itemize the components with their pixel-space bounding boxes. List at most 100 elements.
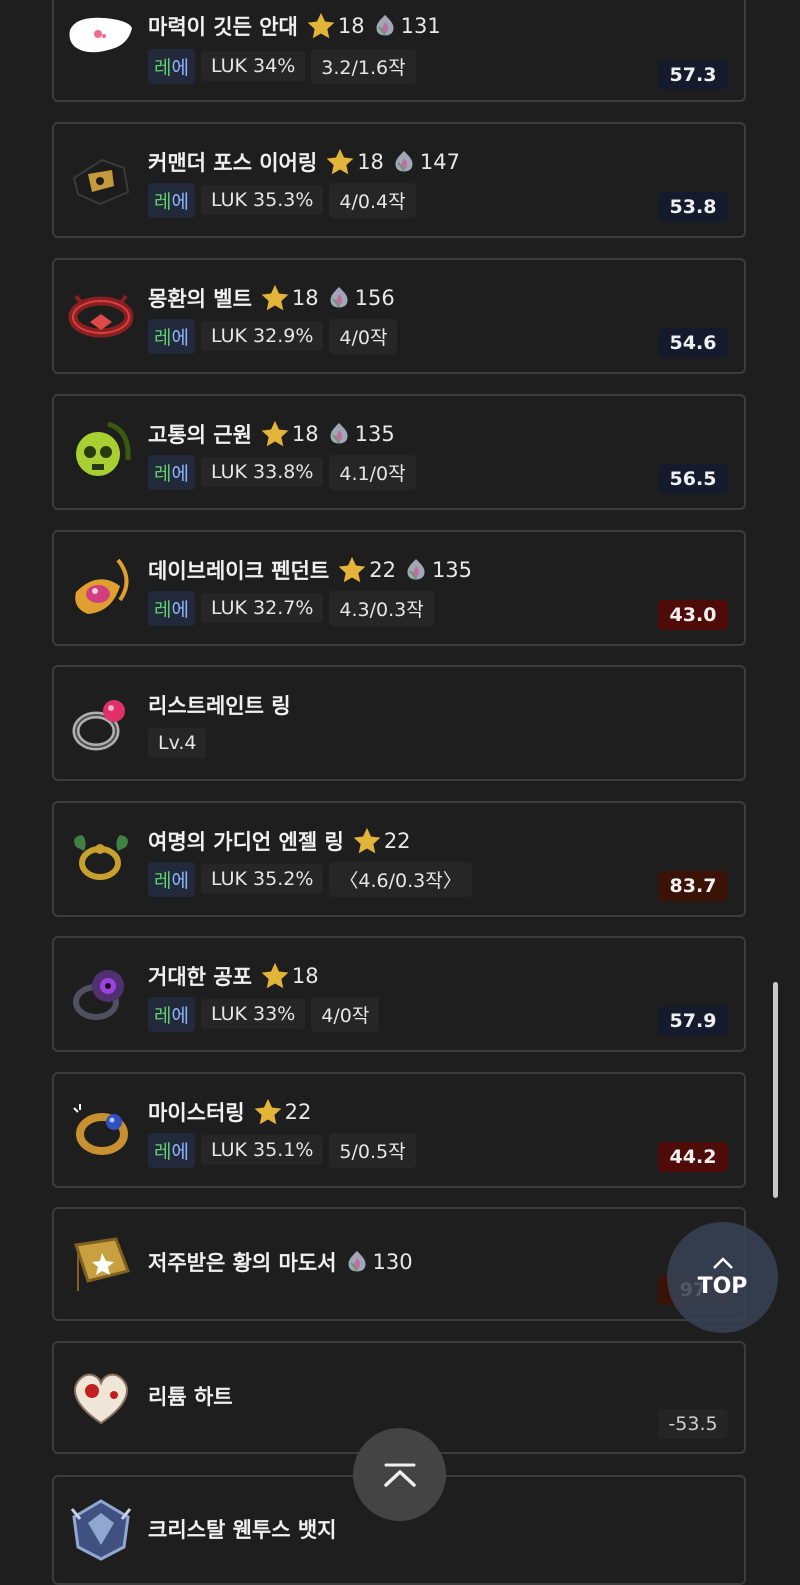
item-name: 데이브레이크 펜던트 <box>148 559 330 583</box>
star-icon <box>261 962 289 989</box>
score-badge: 43.0 <box>658 600 728 630</box>
scroll-chip: 4.3/0.3작 <box>329 590 434 626</box>
badge-icon <box>68 1497 134 1563</box>
score-badge: -53.5 <box>658 1409 728 1439</box>
angel-ring-icon <box>68 827 134 893</box>
flame-score: 147 <box>392 149 460 175</box>
scroll-chip: 4/0.4작 <box>329 182 416 218</box>
stat-chip: LUK 33.8% <box>200 457 324 487</box>
flame-icon <box>330 287 348 308</box>
item-name: 리튬 하트 <box>148 1385 233 1409</box>
star-icon <box>261 420 289 447</box>
stat-chip: LUK 35.2% <box>200 864 324 894</box>
stat-chip: LUK 34% <box>200 51 306 81</box>
level-chip: Lv.4 <box>148 728 207 758</box>
flame-score: 135 <box>404 557 472 583</box>
stat-chip: LUK 35.3% <box>200 185 324 215</box>
star-icon <box>254 1098 281 1125</box>
item-stat-row: 레에 LUK 32.9% 4/0작 <box>148 318 398 354</box>
score-badge: 83.7 <box>658 871 728 901</box>
starforce: 22 <box>352 826 411 856</box>
score-badge: 57.3 <box>658 60 728 90</box>
star-icon <box>326 148 354 175</box>
item-card[interactable]: 몽환의 벨트 18 156 레에 LUK 32.9% 4/0작 54.6 <box>52 258 746 374</box>
item-card[interactable]: 마이스터링 22 레에 LUK 35.1% 5/0.5작 44.2 <box>52 1072 746 1188</box>
item-name: 저주받은 황의 마도서 <box>148 1251 337 1275</box>
starforce: 22 <box>253 1097 311 1127</box>
item-name: 크리스탈 웬투스 뱃지 <box>148 1518 337 1542</box>
starforce: 18 <box>260 283 319 313</box>
belt-icon <box>68 284 134 350</box>
flame-icon <box>407 559 425 580</box>
flame-score: 131 <box>373 13 441 39</box>
flame-score: 130 <box>345 1249 413 1275</box>
item-card[interactable]: 커맨더 포스 이어링 18 147 레에 LUK 35.3% 4/0.4작 53… <box>52 122 746 238</box>
eye-ring-icon <box>68 962 134 1028</box>
top-button-label: TOP <box>697 1274 748 1299</box>
flame-icon <box>395 151 413 172</box>
item-card[interactable]: 저주받은 황의 마도서 130 97 <box>52 1207 746 1321</box>
starforce: 18 <box>325 147 384 177</box>
skull-pendant-icon <box>68 420 134 486</box>
star-icon <box>261 284 289 311</box>
stat-chip: LUK 32.9% <box>200 321 324 351</box>
flame-icon <box>347 1251 366 1272</box>
score-badge: 56.5 <box>658 464 728 494</box>
item-name: 몽환의 벨트 <box>148 287 252 311</box>
item-name-row: 마이스터링 22 <box>148 1096 311 1128</box>
item-name: 거대한 공포 <box>148 965 252 989</box>
item-name-row: 거대한 공포 18 <box>148 960 319 992</box>
score-badge: 44.2 <box>658 1142 728 1172</box>
potential-grade-badge: 레에 <box>148 48 195 84</box>
spellbook-icon <box>68 1231 134 1297</box>
item-name-row: 고통의 근원 18 135 <box>148 418 395 450</box>
item-name: 고통의 근원 <box>148 423 252 447</box>
item-stat-row: 레에 LUK 35.1% 5/0.5작 <box>148 1132 416 1168</box>
star-icon <box>338 556 366 583</box>
ring-icon <box>68 691 134 757</box>
item-name-row: 데이브레이크 펜던트 22 135 <box>148 554 472 586</box>
earring-icon <box>68 148 134 214</box>
stat-chip: LUK 32.7% <box>200 593 324 623</box>
item-stat-row: 레에 LUK 32.7% 4.3/0.3작 <box>148 590 434 626</box>
scroll-chip: 5/0.5작 <box>329 1132 416 1168</box>
score-badge: 54.6 <box>658 328 728 358</box>
item-card[interactable]: 마력이 깃든 안대 18 131 레에 LUK 34% 3.2/1.6작 57.… <box>52 0 746 102</box>
item-card[interactable]: 데이브레이크 펜던트 22 135 레에 LUK 32.7% 4.3/0.3작 … <box>52 530 746 646</box>
starforce: 18 <box>260 961 319 991</box>
star-icon <box>353 827 381 854</box>
potential-grade-badge: 레에 <box>148 182 195 218</box>
scrollbar-thumb[interactable] <box>773 982 778 1198</box>
starforce: 22 <box>337 555 396 585</box>
item-stat-row: 레에 LUK 34% 3.2/1.6작 <box>148 48 416 84</box>
starforce: 18 <box>306 11 365 41</box>
scroll-chip: 〈4.6/0.3작〉 <box>329 861 472 897</box>
item-card[interactable]: 여명의 가디언 엔젤 링 22 레에 LUK 35.2% 〈4.6/0.3작〉 … <box>52 801 746 917</box>
item-name-row: 몽환의 벨트 18 156 <box>148 282 395 314</box>
item-card[interactable]: 고통의 근원 18 135 레에 LUK 33.8% 4.1/0작 56.5 <box>52 394 746 510</box>
item-name: 리스트레인트 링 <box>148 694 291 718</box>
item-card[interactable]: 거대한 공포 18 레에 LUK 33% 4/0작 57.9 <box>52 936 746 1052</box>
potential-grade-badge: 레에 <box>148 454 195 490</box>
item-name-row: 크리스탈 웬투스 뱃지 <box>148 1513 337 1545</box>
pendant-icon <box>68 556 134 622</box>
item-stat-row: 레에 LUK 33.8% 4.1/0작 <box>148 454 416 490</box>
item-name: 여명의 가디언 엔젤 링 <box>148 830 344 854</box>
item-name-row: 리스트레인트 링 <box>148 689 291 721</box>
scroll-up-button[interactable] <box>353 1428 446 1521</box>
potential-grade-badge: 레에 <box>148 861 195 897</box>
scroll-chip: 4/0작 <box>329 318 398 354</box>
item-name: 마력이 깃든 안대 <box>148 15 298 39</box>
meister-ring-icon <box>68 1098 134 1164</box>
item-name: 커맨더 포스 이어링 <box>148 151 318 175</box>
item-name-row: 마력이 깃든 안대 18 131 <box>148 10 441 42</box>
scroll-chip: 4.1/0작 <box>329 454 416 490</box>
flame-score: 135 <box>327 421 395 447</box>
stat-chip: LUK 33% <box>200 999 306 1029</box>
item-card[interactable]: 리스트레인트 링 Lv.4 <box>52 665 746 781</box>
item-stat-row: 레에 LUK 35.2% 〈4.6/0.3작〉 <box>148 861 472 897</box>
eyepatch-icon <box>68 2 134 68</box>
potential-grade-badge: 레에 <box>148 996 195 1032</box>
flame-icon <box>330 423 348 444</box>
scroll-to-top-button[interactable]: TOP <box>667 1222 778 1333</box>
